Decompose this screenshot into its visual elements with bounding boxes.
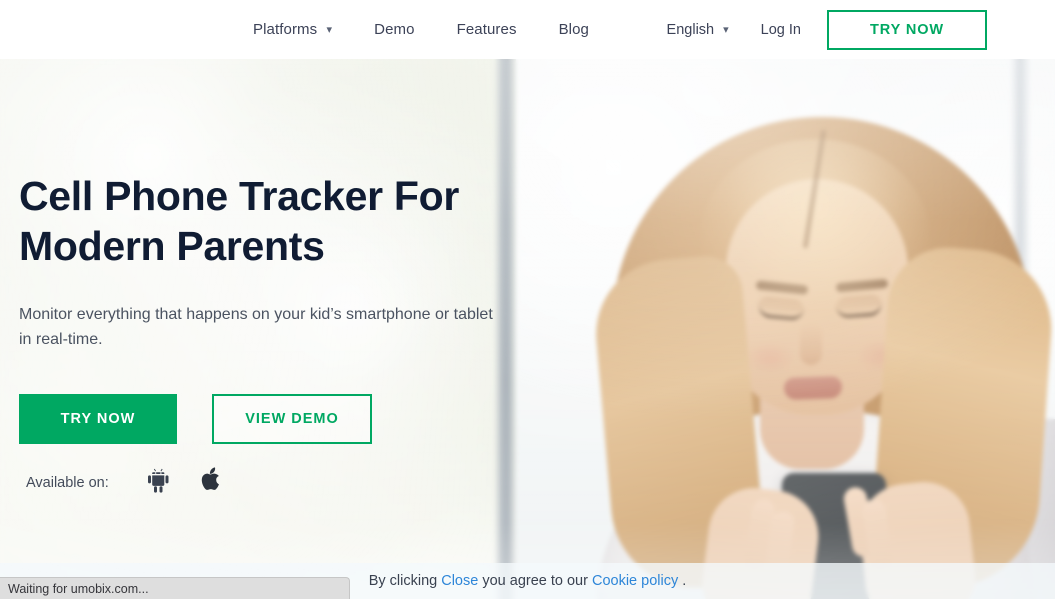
hero-section: Cell Phone Tracker For Modern Parents Mo… — [0, 59, 1055, 599]
hero-subtitle: Monitor everything that happens on your … — [19, 302, 509, 352]
android-icon[interactable] — [147, 468, 170, 498]
language-selector[interactable]: English ▾ — [659, 22, 737, 38]
language-selector-label: English — [666, 21, 715, 38]
nav-item-platforms[interactable]: Platforms ▾ — [232, 0, 353, 60]
nav-item-platforms-label: Platforms — [253, 20, 318, 38]
chevron-down-icon: ▾ — [326, 23, 333, 36]
cookie-banner-text: By clicking Close you agree to our Cooki… — [369, 573, 687, 589]
cheek-left — [744, 341, 796, 375]
cookie-text-middle: you agree to our — [482, 573, 588, 589]
hero-cta-group: TRY NOW VIEW DEMO — [19, 394, 372, 444]
browser-status-bar: Waiting for umobix.com... — [0, 577, 350, 599]
nav-item-blog[interactable]: Blog — [538, 0, 610, 59]
nav-item-demo[interactable]: Demo — [353, 0, 435, 59]
hero-content: Cell Phone Tracker For Modern Parents Mo… — [0, 59, 540, 599]
cookie-close-link[interactable]: Close — [441, 573, 478, 589]
page-title: Cell Phone Tracker For Modern Parents — [19, 171, 499, 271]
hero-subtitle-line-1: Monitor everything that happens on your … — [19, 306, 493, 323]
apple-icon[interactable] — [200, 467, 222, 498]
login-link[interactable]: Log In — [761, 22, 801, 38]
available-on-label: Available on: — [26, 474, 109, 491]
browser-status-text: Waiting for umobix.com... — [8, 581, 149, 596]
hero-title-line-1: Cell Phone Tracker For — [19, 173, 459, 219]
chevron-down-icon: ▾ — [723, 23, 729, 36]
hero-view-demo-button[interactable]: VIEW DEMO — [212, 394, 372, 444]
cookie-text-before: By clicking — [368, 573, 438, 589]
available-on-row: Available on: — [26, 467, 252, 498]
site-header: Platforms ▾ Demo Features Blog English ▾… — [0, 0, 1055, 59]
hero-try-now-button[interactable]: TRY NOW — [19, 394, 177, 444]
page-root: Platforms ▾ Demo Features Blog English ▾… — [0, 0, 1055, 599]
lips-shape — [783, 375, 843, 401]
nav-item-features[interactable]: Features — [436, 0, 538, 59]
main-navigation: Platforms ▾ Demo Features Blog — [232, 0, 610, 59]
header-utility-nav: English ▾ Log In TRY NOW — [659, 0, 1055, 59]
header-try-now-button[interactable]: TRY NOW — [827, 9, 987, 50]
cookie-text-after: . — [682, 573, 687, 589]
hero-title-line-2: Modern Parents — [19, 223, 325, 269]
cookie-policy-link[interactable]: Cookie policy — [592, 573, 678, 589]
hero-subtitle-line-2: in real-time. — [19, 331, 103, 348]
